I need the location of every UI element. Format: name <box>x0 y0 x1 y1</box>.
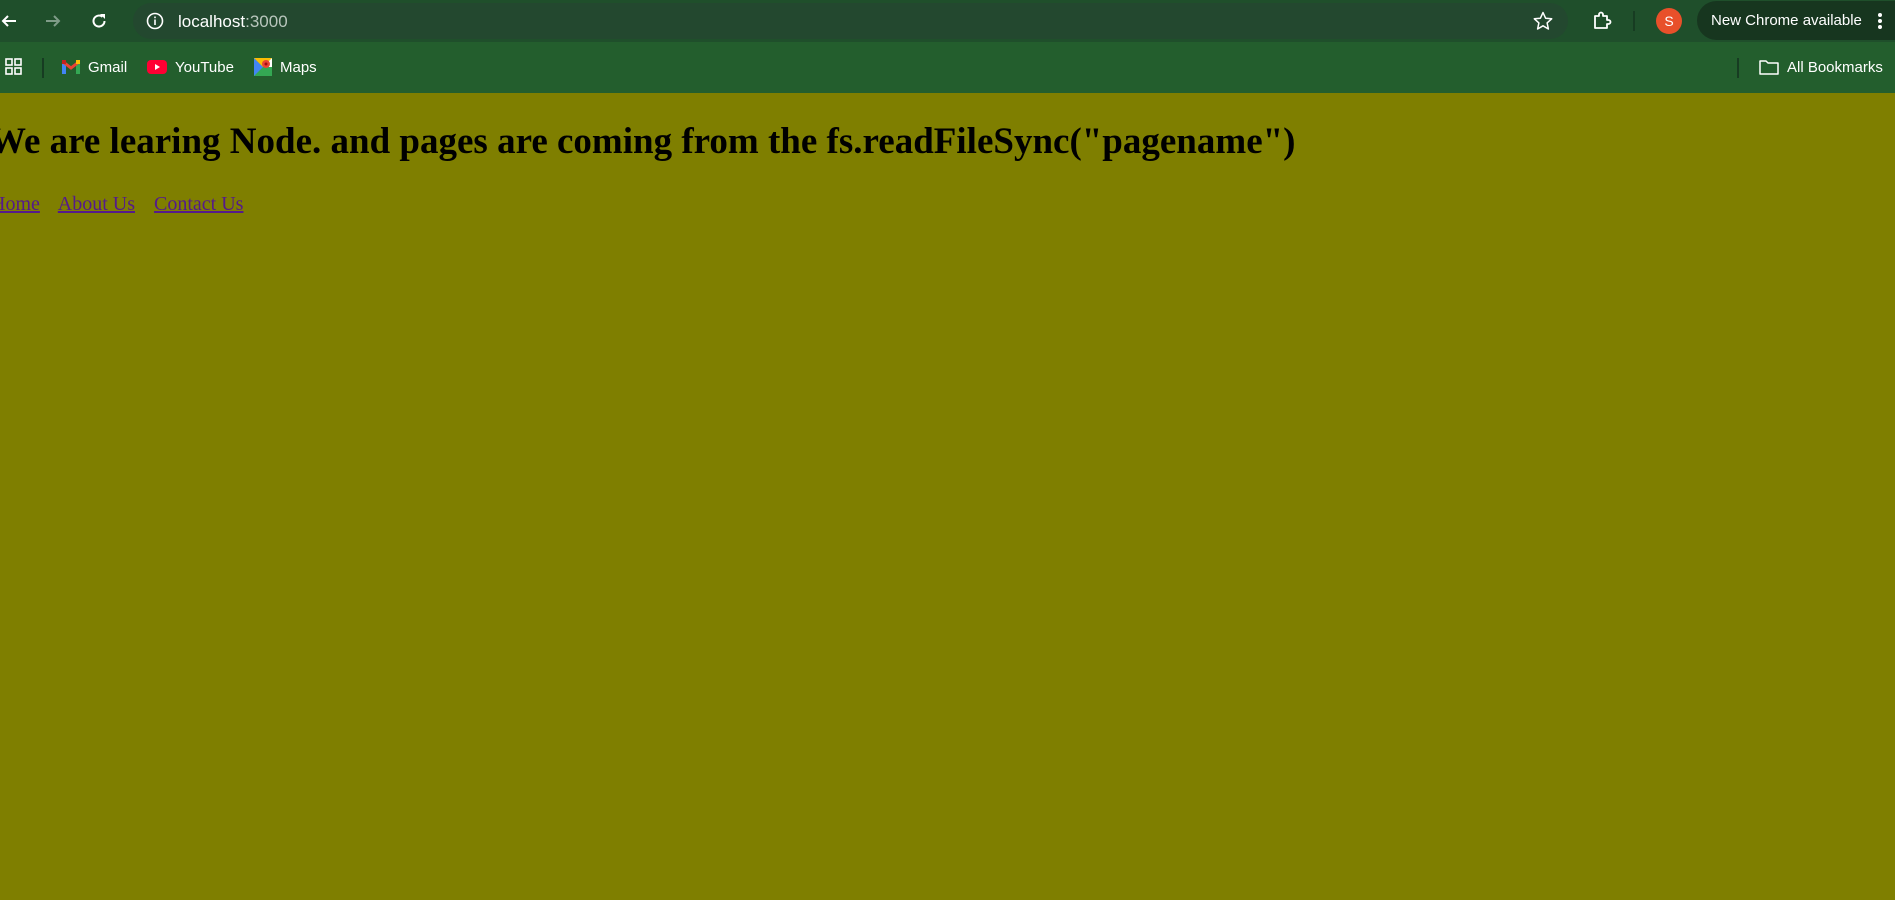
address-bar[interactable]: localhost:3000 <box>133 3 1568 39</box>
reload-icon <box>92 14 106 28</box>
page-heading: We are learing Node. and pages are comin… <box>0 121 1296 162</box>
bookmarks-divider-right <box>1737 58 1739 78</box>
all-bookmarks-label: All Bookmarks <box>1787 58 1883 76</box>
bookmark-gmail[interactable]: Gmail <box>62 55 127 79</box>
more-icon[interactable] <box>1877 12 1883 30</box>
back-icon <box>1 15 16 27</box>
site-info-icon[interactable] <box>145 11 165 31</box>
nav-link-about[interactable]: About Us <box>58 193 135 215</box>
update-label: New Chrome available <box>1711 12 1862 29</box>
bookmarks-divider <box>42 58 44 78</box>
youtube-icon <box>147 60 167 74</box>
apps-icon[interactable] <box>5 58 23 76</box>
back-button[interactable] <box>0 8 22 34</box>
nav-link-home[interactable]: Home <box>0 193 40 215</box>
url-host: localhost <box>178 12 246 31</box>
folder-icon <box>1759 60 1779 75</box>
url-text[interactable]: localhost:3000 <box>178 12 288 32</box>
profile-avatar[interactable]: S <box>1656 8 1682 34</box>
browser-chrome: localhost:3000 S New Chrome available Gm… <box>0 0 1895 93</box>
extensions-icon[interactable] <box>1590 9 1614 33</box>
page-nav: Home About Us Contact Us <box>0 193 257 216</box>
all-bookmarks-button[interactable]: All Bookmarks <box>1759 55 1883 79</box>
bookmark-label: Gmail <box>88 58 128 76</box>
bookmarks-bar: Gmail YouTube Maps All Bookmarks <box>0 49 1895 85</box>
url-port: :3000 <box>245 12 288 31</box>
bookmark-maps[interactable]: Maps <box>254 55 317 79</box>
update-chrome-button[interactable]: New Chrome available <box>1697 1 1895 40</box>
bookmark-youtube[interactable]: YouTube <box>147 55 234 79</box>
forward-button[interactable] <box>40 8 66 34</box>
maps-icon <box>254 58 272 76</box>
bookmark-label: YouTube <box>175 58 234 76</box>
forward-icon <box>46 15 61 27</box>
toolbar-divider <box>1633 11 1635 31</box>
gmail-icon <box>62 60 80 74</box>
reload-button[interactable] <box>86 8 112 34</box>
bookmark-label: Maps <box>280 58 317 76</box>
star-icon[interactable] <box>1532 10 1554 32</box>
nav-link-contact[interactable]: Contact Us <box>154 193 243 215</box>
browser-toolbar: localhost:3000 S New Chrome available <box>0 0 1895 42</box>
